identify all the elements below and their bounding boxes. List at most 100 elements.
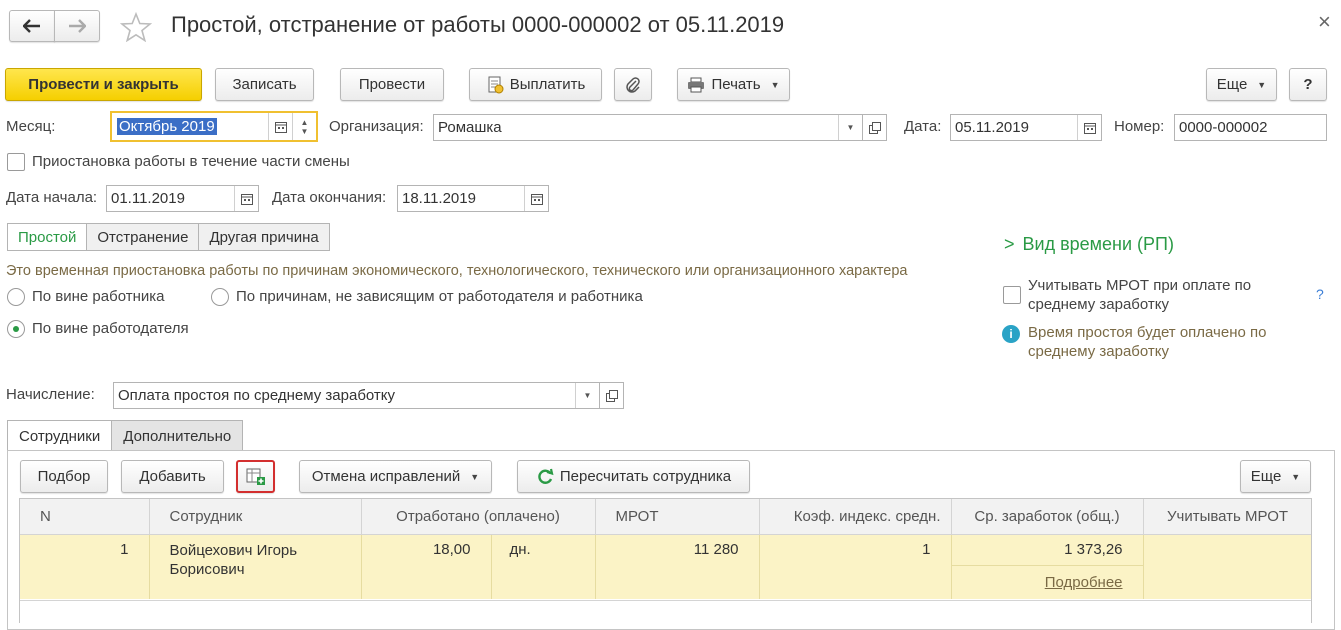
- details-link[interactable]: Подробнее: [951, 564, 1143, 591]
- open-window-icon: [605, 389, 618, 402]
- row-separator: [20, 600, 1311, 601]
- cell-employee-line2: Борисович: [169, 560, 245, 578]
- number-label: Номер:: [1114, 118, 1165, 135]
- cell-avg-value: 1 373,26: [1064, 540, 1123, 558]
- calendar-icon[interactable]: [524, 186, 548, 211]
- printer-icon: [687, 77, 705, 93]
- calendar-icon[interactable]: [1077, 115, 1101, 140]
- downtime-type-tabs: Простой Отстранение Другая причина: [7, 223, 330, 251]
- mrot-checkbox[interactable]: [1003, 286, 1021, 304]
- tab-employees[interactable]: Сотрудники: [7, 420, 113, 451]
- attach-button[interactable]: [614, 68, 652, 101]
- partial-shift-label: Приостановка работы в течение части смен…: [32, 153, 350, 170]
- star-icon[interactable]: [119, 11, 153, 46]
- number-field[interactable]: 0000-000002: [1174, 114, 1327, 141]
- open-window-icon: [868, 121, 881, 134]
- post-button[interactable]: Провести: [340, 68, 444, 101]
- cancel-corrections-label: Отмена исправлений: [311, 468, 461, 485]
- time-type-link[interactable]: > Вид времени (РП): [1004, 234, 1174, 255]
- month-label: Месяц:: [6, 118, 56, 135]
- more-button-label: Еще: [1216, 76, 1248, 93]
- date-value: 05.11.2019: [955, 119, 1029, 136]
- cancel-corrections-button[interactable]: Отмена исправлений ▼: [299, 460, 492, 493]
- tab-additional[interactable]: Дополнительно: [111, 420, 244, 451]
- organization-field[interactable]: Ромашка ▼: [433, 114, 863, 141]
- reason-independent-label: По причинам, не зависящим от работодател…: [236, 288, 643, 305]
- date-field[interactable]: 05.11.2019: [950, 114, 1102, 141]
- add-button[interactable]: Добавить: [121, 460, 224, 493]
- table-more-button[interactable]: Еще ▼: [1240, 460, 1311, 493]
- print-button[interactable]: Печать ▼: [677, 68, 790, 101]
- table-header: N Сотрудник Отработано (оплачено) МРОТ К…: [20, 499, 1311, 535]
- open-organization-button[interactable]: [863, 114, 887, 141]
- month-field[interactable]: Октябрь 2019 ▲ ▼: [110, 111, 318, 142]
- start-date-field[interactable]: 01.11.2019: [106, 185, 259, 212]
- chevron-down-icon: ▼: [470, 471, 480, 482]
- organization-value: Ромашка: [438, 119, 502, 136]
- column-header-coef[interactable]: Коэф. индекс. средн.: [759, 499, 952, 535]
- cell-avg-earnings: 1 373,26 Подробнее: [951, 534, 1144, 599]
- recalculate-button[interactable]: Пересчитать сотрудника: [517, 460, 750, 493]
- document-icon: [486, 76, 504, 94]
- more-button[interactable]: Еще ▼: [1206, 68, 1277, 101]
- reason-employer-radio[interactable]: [7, 320, 25, 338]
- tab-suspension[interactable]: Отстранение: [86, 223, 200, 251]
- reason-independent-radio[interactable]: [211, 288, 229, 306]
- mrot-help-icon[interactable]: ?: [1316, 286, 1324, 302]
- chevron-down-icon[interactable]: ▼: [838, 115, 862, 140]
- column-header-avg-earnings[interactable]: Ср. заработок (общ.): [951, 499, 1144, 535]
- column-header-mrot[interactable]: МРОТ: [595, 499, 760, 535]
- accrual-field[interactable]: Оплата простоя по среднему заработку ▼: [113, 382, 600, 409]
- info-text-1: Время простоя будет оплачено по: [1028, 324, 1267, 341]
- pick-button[interactable]: Подбор: [20, 460, 108, 493]
- save-button[interactable]: Записать: [215, 68, 314, 101]
- end-date-value: 18.11.2019: [402, 190, 476, 207]
- column-header-use-mrot[interactable]: Учитывать МРОТ: [1143, 499, 1311, 535]
- chevron-down-icon: ▼: [1291, 471, 1301, 482]
- add-correction-button[interactable]: [236, 460, 275, 493]
- tab-other-reason[interactable]: Другая причина: [198, 223, 330, 251]
- column-header-worked[interactable]: Отработано (оплачено): [361, 499, 596, 535]
- close-icon[interactable]: ×: [1318, 9, 1331, 35]
- window-title: Простой, отстранение от работы 0000-0000…: [171, 12, 785, 37]
- employees-grid: N Сотрудник Отработано (оплачено) МРОТ К…: [19, 498, 1312, 623]
- end-date-field[interactable]: 18.11.2019: [397, 185, 549, 212]
- chevron-down-icon[interactable]: ▼: [575, 383, 599, 408]
- pay-button[interactable]: Выплатить: [469, 68, 602, 101]
- time-type-label: Вид времени (РП): [1022, 234, 1174, 254]
- pay-button-label: Выплатить: [509, 76, 586, 93]
- chevron-right-icon: >: [1004, 234, 1015, 254]
- column-header-employee[interactable]: Сотрудник: [149, 499, 362, 535]
- calendar-icon[interactable]: [234, 186, 258, 211]
- calendar-icon[interactable]: [268, 113, 292, 140]
- month-value: Октябрь 2019: [117, 118, 217, 135]
- forward-button[interactable]: [54, 10, 100, 42]
- column-header-n[interactable]: N: [20, 499, 150, 535]
- tab-downtime[interactable]: Простой: [7, 223, 88, 251]
- reason-employee-label: По вине работника: [32, 288, 165, 305]
- help-button[interactable]: ?: [1289, 68, 1327, 101]
- paperclip-icon: [625, 76, 641, 94]
- table-row[interactable]: 1 Войцехович Игорь Борисович 18,00 дн. 1…: [20, 534, 1311, 599]
- reason-employee-radio[interactable]: [7, 288, 25, 306]
- cell-coef: 1: [759, 534, 952, 599]
- refresh-icon: [536, 468, 554, 486]
- number-value: 0000-000002: [1179, 119, 1268, 136]
- table-add-icon: [246, 468, 266, 486]
- employees-table: N Сотрудник Отработано (оплачено) МРОТ К…: [20, 499, 1311, 599]
- end-date-label: Дата окончания:: [272, 189, 387, 206]
- post-and-close-button[interactable]: Провести и закрыть: [5, 68, 202, 101]
- chevron-down-icon: ▼: [1257, 79, 1267, 90]
- reason-employer-label: По вине работодателя: [32, 320, 189, 337]
- table-more-label: Еще: [1250, 468, 1282, 485]
- spin-stepper[interactable]: ▲ ▼: [292, 113, 316, 140]
- organization-label: Организация:: [329, 118, 424, 135]
- downtime-description: Это временная приостановка работы по при…: [6, 263, 908, 279]
- open-accrual-button[interactable]: [600, 382, 624, 409]
- info-symbol: i: [1009, 327, 1013, 341]
- accrual-label: Начисление:: [6, 386, 95, 403]
- partial-shift-checkbox[interactable]: [7, 153, 25, 171]
- start-date-value: 01.11.2019: [111, 190, 185, 207]
- back-button[interactable]: [9, 10, 55, 42]
- start-date-label: Дата начала:: [6, 189, 98, 206]
